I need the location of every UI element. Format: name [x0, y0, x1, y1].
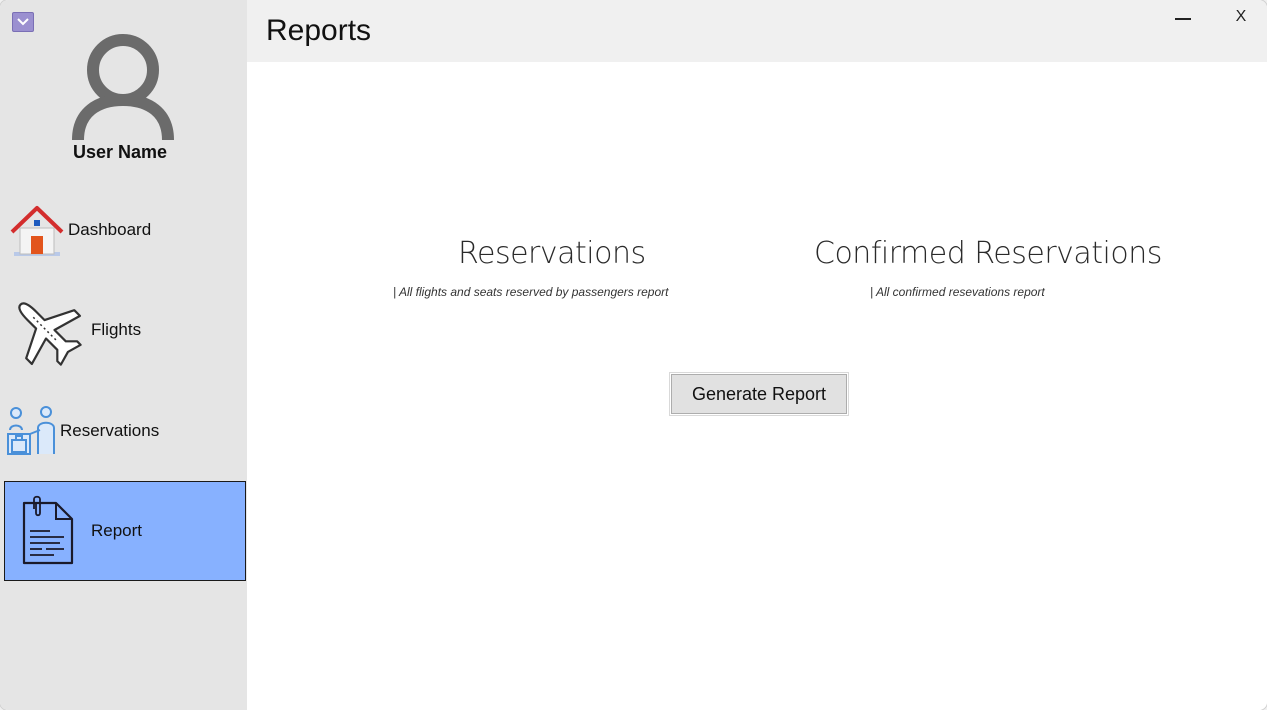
user-avatar-icon	[72, 34, 174, 141]
airplane-icon	[18, 302, 82, 366]
sidebar-item-label: Report	[91, 521, 143, 540]
sidebar-item-label: Flights	[91, 320, 142, 339]
report-title-confirmed-reservations[interactable]: Confirmed Reservations	[814, 236, 1162, 271]
sidebar-item-dashboard[interactable]: Dashboard	[4, 180, 246, 280]
chevron-down-icon	[17, 18, 29, 26]
sidebar-item-flights[interactable]: Flights	[4, 280, 246, 380]
generate-report-button[interactable]: Generate Report	[669, 372, 849, 416]
sidebar-item-reservations[interactable]: Reservations	[4, 381, 246, 481]
main-content: Reservations | All flights and seats res…	[247, 62, 1267, 710]
minimize-icon	[1175, 18, 1191, 20]
sidebar-item-label: Reservations	[60, 421, 160, 440]
report-description-confirmed-reservations: | All confirmed resevations report	[870, 285, 1045, 299]
report-description-reservations: | All flights and seats reserved by pass…	[393, 285, 669, 299]
sidebar-item-report[interactable]: Report	[4, 481, 246, 581]
reservation-desk-icon	[7, 406, 55, 455]
close-button[interactable]: X	[1221, 4, 1261, 30]
sidebar-item-label: Dashboard	[68, 220, 152, 239]
minimize-button[interactable]	[1163, 4, 1203, 30]
report-title-reservations[interactable]: Reservations	[458, 236, 646, 271]
app-window: User Name Dashboard Flights Reservations…	[0, 0, 1267, 710]
page-title: Reports	[266, 14, 372, 47]
user-name: User Name	[72, 142, 168, 162]
house-icon	[10, 206, 64, 256]
sidebar: User Name Dashboard Flights Reservations…	[0, 0, 247, 710]
title-bar: Reports X	[247, 0, 1267, 62]
document-icon	[22, 495, 74, 565]
menu-toggle-button[interactable]	[12, 12, 34, 32]
